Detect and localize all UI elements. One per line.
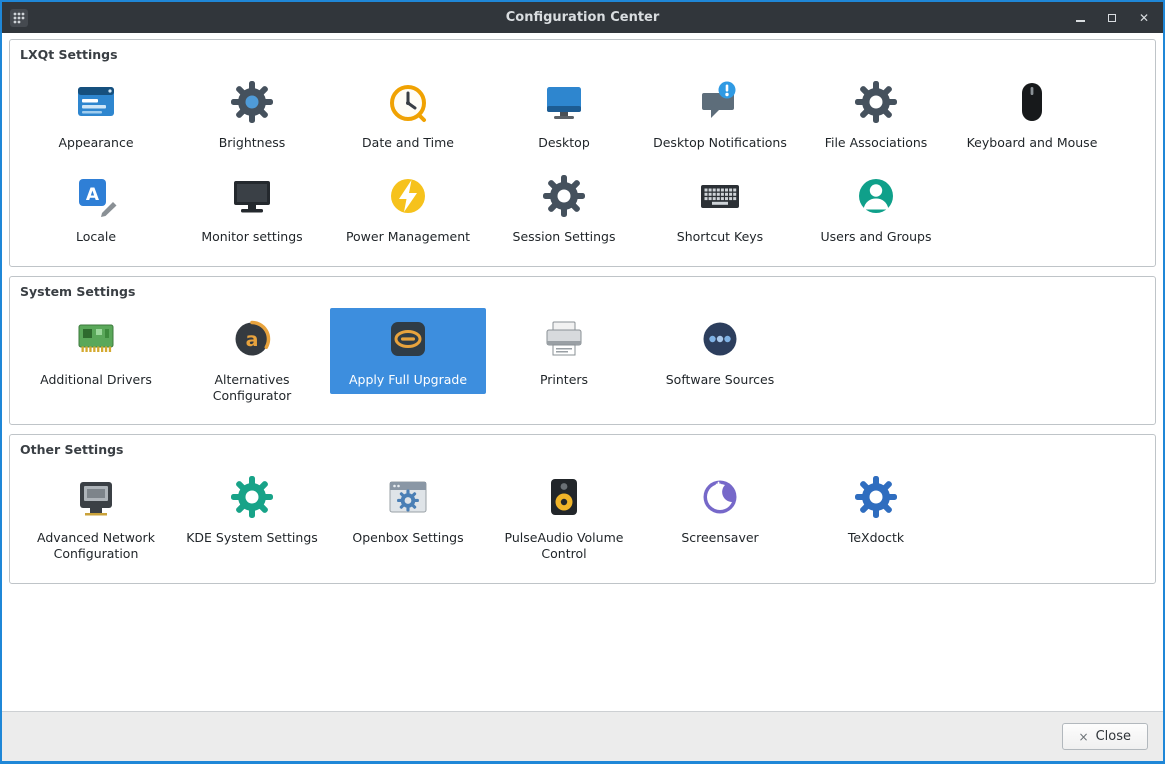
item-label: Power Management (345, 229, 471, 245)
settings-item-brightness[interactable]: Brightness (174, 71, 330, 157)
item-label: Locale (75, 229, 117, 245)
alternatives-configurator-icon: a (228, 315, 276, 363)
item-label: Date and Time (362, 135, 454, 150)
desktop-notifications-icon (696, 78, 744, 126)
settings-item-appearance[interactable]: Appearance (18, 71, 174, 157)
window-controls: ✕ (1073, 11, 1155, 25)
window-title: Configuration Center (505, 10, 660, 25)
settings-item-desktop[interactable]: Desktop (486, 71, 642, 157)
close-window-icon: ✕ (1138, 10, 1150, 25)
group-title: System Settings (20, 283, 136, 299)
pulseaudio-icon (540, 473, 588, 521)
svg-text:A: A (86, 185, 100, 205)
settings-item-power-management[interactable]: Power Management (330, 165, 486, 251)
settings-item-file-associations[interactable]: File Associations (798, 71, 954, 157)
settings-group-other-settings: Other Settings Advanced Network Configura… (9, 434, 1156, 584)
settings-item-alternatives-configurator[interactable]: a Alternatives Configurator (174, 308, 330, 411)
titlebar[interactable]: Configuration Center ✕ (2, 2, 1163, 33)
users-groups-icon (852, 172, 900, 220)
settings-item-date-and-time[interactable]: Date and Time (330, 71, 486, 157)
openbox-settings-icon (384, 473, 432, 521)
item-label: Advanced Network Configuration (37, 530, 155, 562)
item-label: Alternatives Configurator (212, 371, 292, 403)
svg-text:a: a (246, 329, 259, 351)
settings-item-desktop-notifications[interactable]: Desktop Notifications (642, 71, 798, 157)
printers-icon (540, 315, 588, 363)
screensaver-icon (696, 473, 744, 521)
item-label: Brightness (218, 135, 286, 150)
close-button-label: Close (1095, 729, 1131, 744)
item-label: Desktop (538, 135, 590, 150)
item-label: TeXdoctk (847, 530, 905, 545)
settings-item-keyboard-and-mouse[interactable]: Keyboard and Mouse (954, 71, 1110, 157)
software-sources-icon (696, 315, 744, 363)
content-area: LXQt Settings Appearance Brightness Date an… (2, 33, 1163, 711)
settings-item-locale[interactable]: A Locale (18, 165, 174, 251)
monitor-settings-icon (228, 172, 276, 220)
kde-system-settings-icon (228, 473, 276, 521)
item-label: PulseAudio Volume Control (504, 530, 624, 562)
item-label: KDE System Settings (186, 530, 318, 545)
shortcut-keys-icon (696, 172, 744, 220)
group-title: Other Settings (20, 442, 124, 457)
settings-item-users-and-groups[interactable]: Users and Groups (798, 165, 954, 251)
items-grid: Appearance Brightness Date and Time Desktop… (18, 71, 1147, 260)
item-label: File Associations (824, 135, 928, 150)
settings-item-screensaver[interactable]: Screensaver (642, 466, 798, 552)
date-time-icon (384, 78, 432, 126)
item-label: Openbox Settings (352, 530, 464, 545)
settings-item-advanced-network-configuration[interactable]: Advanced Network Configuration (18, 466, 174, 569)
minimize-icon (1075, 19, 1085, 22)
item-label: Printers (539, 371, 589, 387)
configuration-center-window: Configuration Center ✕ LXQt Settings Appe… (0, 0, 1165, 764)
close-x-icon: × (1078, 729, 1089, 744)
item-label: Keyboard and Mouse (966, 135, 1098, 150)
close-button[interactable]: × Close (1061, 723, 1148, 750)
settings-item-openbox-settings[interactable]: Openbox Settings (330, 466, 486, 552)
settings-item-kde-system-settings[interactable]: KDE System Settings (174, 466, 330, 552)
file-associations-icon (852, 78, 900, 126)
settings-group-lxqt-settings: LXQt Settings Appearance Brightness Date an… (9, 39, 1156, 267)
items-grid: Additional Drivers a Alternatives Configur… (18, 307, 1147, 419)
maximize-icon (1108, 13, 1116, 22)
settings-item-apply-full-upgrade[interactable]: Apply Full Upgrade (330, 307, 486, 394)
maximize-button[interactable] (1105, 11, 1119, 25)
texdoctk-icon (852, 473, 900, 521)
advanced-network-icon (72, 473, 120, 521)
settings-item-texdoctk[interactable]: TeXdoctk (798, 466, 954, 552)
settings-item-additional-drivers[interactable]: Additional Drivers (18, 308, 174, 394)
items-grid: Advanced Network Configuration KDE System… (18, 466, 1147, 577)
settings-item-monitor-settings[interactable]: Monitor settings (174, 165, 330, 251)
footer-bar: × Close (2, 711, 1163, 761)
item-label: Desktop Notifications (653, 135, 787, 150)
settings-group-system-settings: System Settings Additional Drivers a Altern… (9, 275, 1156, 425)
desktop-icon (540, 78, 588, 126)
settings-item-shortcut-keys[interactable]: Shortcut Keys (642, 165, 798, 251)
item-label: Screensaver (681, 530, 759, 545)
apply-full-upgrade-icon (384, 315, 432, 363)
session-settings-icon (540, 172, 588, 220)
settings-item-pulseaudio-volume-control[interactable]: PulseAudio Volume Control (486, 466, 642, 569)
keyboard-mouse-icon (1008, 78, 1056, 126)
item-label: Software Sources (665, 371, 775, 387)
settings-item-software-sources[interactable]: Software Sources (642, 308, 798, 394)
settings-item-printers[interactable]: Printers (486, 308, 642, 394)
appearance-icon (72, 78, 120, 126)
locale-icon: A (72, 172, 120, 220)
item-label: Appearance (58, 135, 134, 150)
item-label: Monitor settings (201, 229, 303, 245)
item-label: Users and Groups (820, 229, 932, 245)
item-label: Additional Drivers (40, 371, 152, 387)
power-management-icon (384, 172, 432, 220)
minimize-button[interactable] (1073, 11, 1087, 25)
item-label: Session Settings (512, 229, 616, 245)
item-label: Shortcut Keys (676, 229, 764, 245)
additional-drivers-icon (72, 315, 120, 363)
close-window-button[interactable]: ✕ (1137, 11, 1151, 25)
item-label: Apply Full Upgrade (348, 371, 468, 387)
app-icon (10, 8, 28, 27)
settings-item-session-settings[interactable]: Session Settings (486, 165, 642, 251)
brightness-icon (228, 78, 276, 126)
group-title: LXQt Settings (20, 47, 118, 62)
